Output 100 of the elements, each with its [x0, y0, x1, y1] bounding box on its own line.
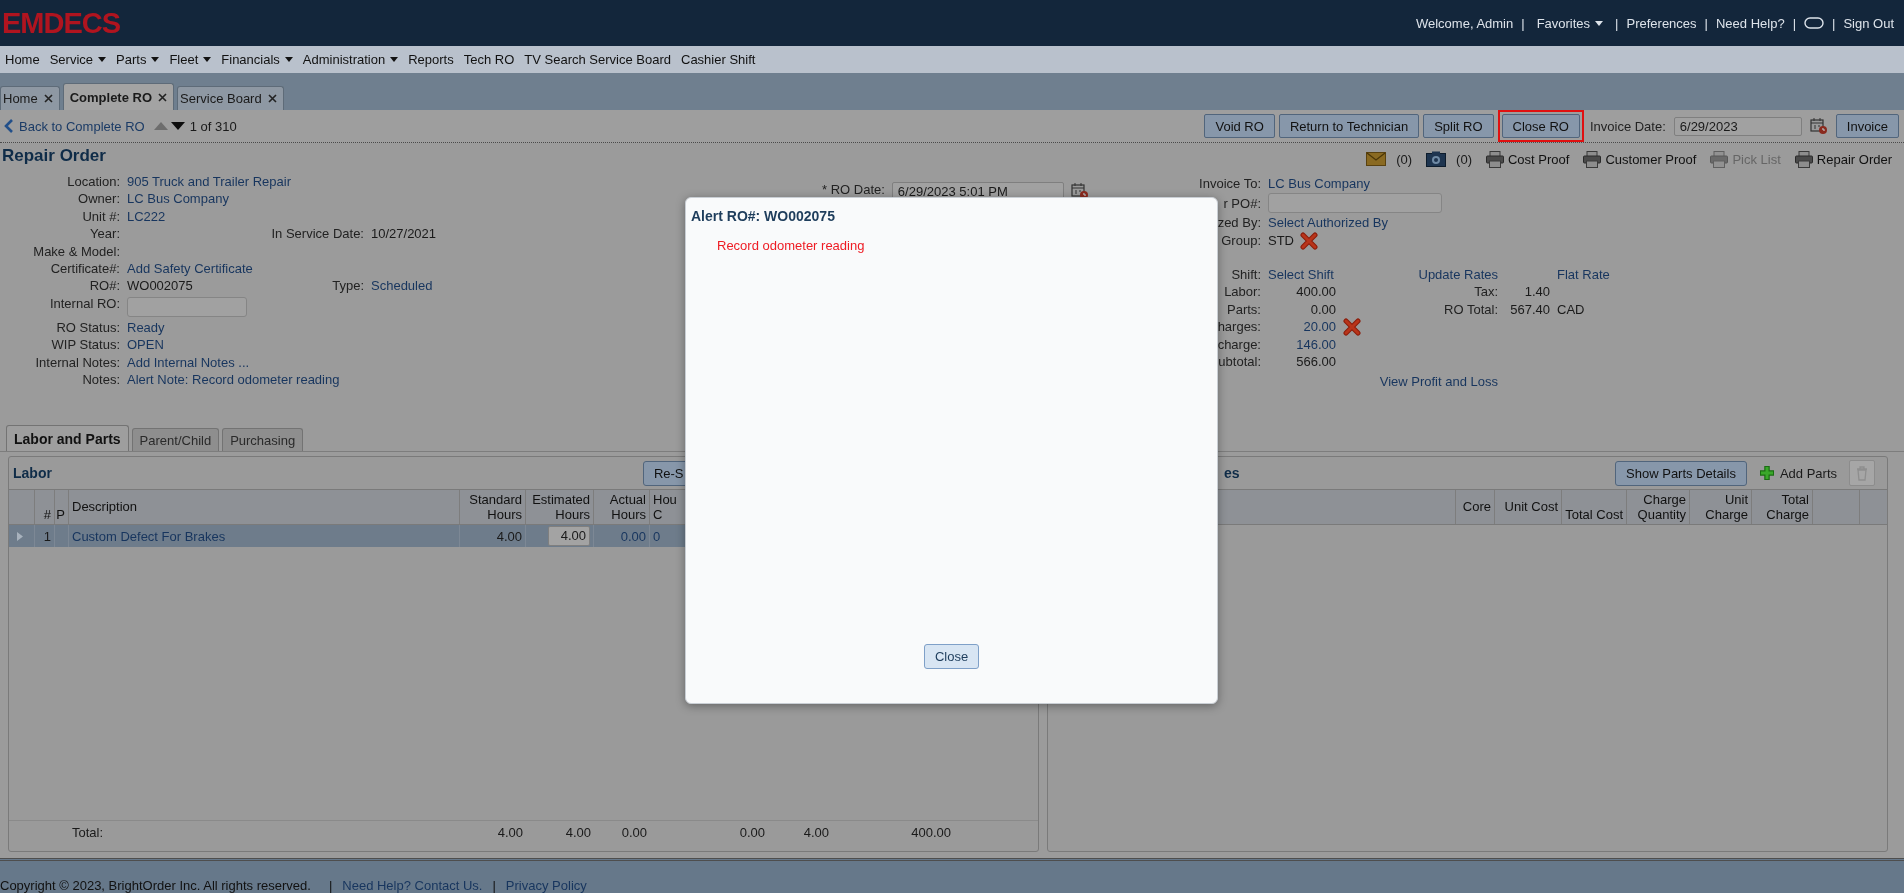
flat-rate-link[interactable]: Flat Rate [1557, 265, 1610, 284]
nav-menu-item[interactable]: Administration [297, 52, 404, 67]
invoice-date-field[interactable]: 6/29/2023 [1673, 116, 1802, 136]
print-link[interactable]: Cost Proof [1486, 150, 1570, 168]
field-label: * RO Date: [822, 182, 885, 197]
field-label: Tax: [1474, 283, 1498, 301]
field-label: Location: [67, 173, 120, 191]
amount: 1.40 [1524, 283, 1550, 301]
section-tab[interactable]: Labor and Parts [6, 425, 129, 451]
show-parts-details-button[interactable]: Show Parts Details [1615, 460, 1747, 486]
column-header: Unit Charge [1690, 490, 1752, 524]
field-link[interactable]: Select Shift [1268, 265, 1334, 284]
nav-menu-item[interactable]: Fleet [164, 52, 217, 67]
column-header: Charge Quantity [1627, 490, 1690, 524]
amount: 567.40 [1510, 300, 1550, 319]
favorites-menu[interactable]: Favorites [1532, 15, 1608, 31]
close-icon[interactable] [267, 94, 277, 103]
field-value: WO002075 [127, 277, 193, 295]
total-value: 4.00 [802, 824, 830, 840]
print-link[interactable]: Customer Proof [1583, 150, 1697, 168]
print-link[interactable]: Repair Order [1794, 150, 1892, 168]
chevron-left-icon[interactable] [4, 119, 14, 133]
field-link[interactable]: Select Authorized By [1268, 214, 1388, 232]
field-label: RO Total: [1444, 300, 1498, 319]
header-link[interactable]: Sign Out [1843, 15, 1894, 31]
close-icon[interactable] [43, 94, 53, 103]
toolbar-button[interactable]: Close RO [1501, 114, 1580, 138]
nav-menu-item[interactable]: Home [0, 52, 45, 67]
back-link[interactable]: Back to Complete RO [19, 118, 145, 134]
count-label: (0) [1396, 151, 1413, 167]
amount-link[interactable]: 20.00 [1303, 318, 1336, 336]
field-label: charge: [1217, 336, 1261, 354]
chat-icon[interactable] [1804, 17, 1824, 29]
field-label: Owner: [78, 190, 120, 208]
field-label: Notes: [82, 371, 120, 389]
document-tab[interactable]: Complete RO [62, 83, 175, 110]
trash-icon [1856, 465, 1868, 481]
separator: | [1521, 15, 1525, 31]
field-link[interactable]: Add Safety Certificate [127, 260, 253, 278]
field-label: harges: [1217, 318, 1261, 336]
field-link[interactable]: LC Bus Company [1268, 175, 1370, 193]
total-value: 4.00 [564, 824, 592, 840]
total-value: 0.00 [738, 824, 766, 840]
invoice-button[interactable]: Invoice [1835, 114, 1899, 138]
plus-icon[interactable] [1758, 465, 1775, 481]
section-tab[interactable]: Purchasing [222, 428, 304, 451]
printer-icon[interactable] [1583, 150, 1602, 168]
profit-loss-link[interactable]: View Profit and Loss [1379, 372, 1498, 391]
hours-field[interactable]: 4.00 [548, 526, 590, 546]
update-rates-link[interactable]: Update Rates [1418, 265, 1498, 284]
amount-link[interactable]: 146.00 [1296, 336, 1336, 354]
envelope-icon[interactable] [1366, 152, 1387, 166]
field-label: Internal RO: [49, 294, 120, 313]
printer-icon[interactable] [1794, 150, 1813, 168]
toolbar-button[interactable]: Void RO [1204, 114, 1275, 138]
close-button[interactable]: Close [923, 644, 980, 669]
printer-icon[interactable] [1486, 150, 1504, 168]
field-link[interactable]: LC222 [127, 207, 166, 226]
field-link[interactable]: 905 Truck and Trailer Repair [127, 173, 292, 191]
add-parts-link[interactable]: Add Parts [1752, 465, 1843, 481]
field-link[interactable]: Ready [127, 318, 165, 337]
panel-title: es [1224, 465, 1240, 481]
field-link[interactable]: Scheduled [371, 277, 433, 295]
field-link[interactable]: Add Internal Notes ... [127, 353, 250, 372]
document-tab[interactable]: Home [0, 86, 60, 110]
field-label: Make & Model: [33, 242, 120, 261]
field-link[interactable]: LC Bus Company [127, 190, 229, 208]
field-label: Unit #: [82, 207, 120, 226]
delete-icon[interactable] [1300, 231, 1318, 250]
field-label: Invoice To: [1199, 175, 1261, 193]
header-link[interactable]: Preferences [1626, 15, 1697, 31]
column-header: Hou C [652, 491, 678, 524]
total-value: 4.00 [496, 824, 524, 840]
table-cell: 1 [35, 525, 55, 547]
field-link[interactable]: Alert Note: Record odometer reading [127, 371, 340, 389]
nav-menu-item[interactable]: Reports [403, 52, 459, 67]
nav-menu-item[interactable]: Financials [216, 52, 298, 67]
field-label: Labor: [1224, 283, 1261, 301]
amount: 566.00 [1296, 353, 1336, 371]
separator: | [1615, 15, 1619, 31]
field-label: RO Status: [56, 318, 120, 337]
toolbar-button[interactable]: Return to Technician [1278, 114, 1420, 138]
close-icon[interactable] [158, 92, 168, 102]
header-link[interactable]: Need Help? [1715, 15, 1785, 31]
column-header: Actual Hours [594, 490, 650, 524]
nav-menu-item[interactable]: Cashier Shift [676, 52, 761, 67]
delete-icon[interactable] [1343, 318, 1361, 337]
toolbar-button[interactable]: Split RO [1423, 114, 1494, 138]
section-tab[interactable]: Parent/Child [131, 428, 220, 451]
field-label: Parts: [1227, 300, 1261, 319]
document-tab[interactable]: Service Board [177, 86, 284, 110]
text-field[interactable] [127, 296, 247, 317]
nav-menu-item[interactable]: TV Search Service Board [519, 52, 676, 67]
camera-icon[interactable] [1426, 151, 1447, 167]
field-link[interactable]: OPEN [127, 336, 164, 354]
nav-menu-item[interactable]: Service [44, 52, 112, 67]
nav-menu-item[interactable]: Parts [111, 52, 165, 67]
text-field[interactable] [1268, 193, 1442, 214]
down-arrow-icon[interactable] [170, 122, 185, 130]
nav-menu-item[interactable]: Tech RO [458, 52, 520, 67]
